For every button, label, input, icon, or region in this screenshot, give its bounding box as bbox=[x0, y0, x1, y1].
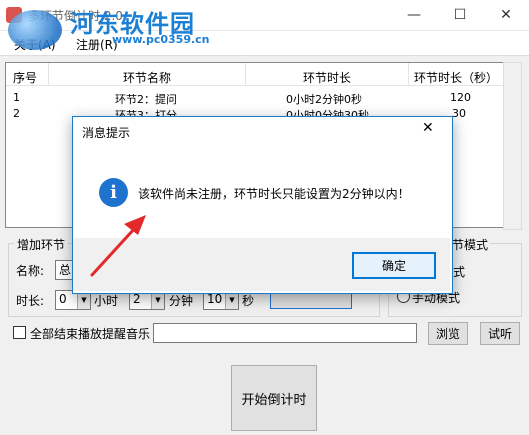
annotation-arrow-icon bbox=[90, 215, 146, 277]
